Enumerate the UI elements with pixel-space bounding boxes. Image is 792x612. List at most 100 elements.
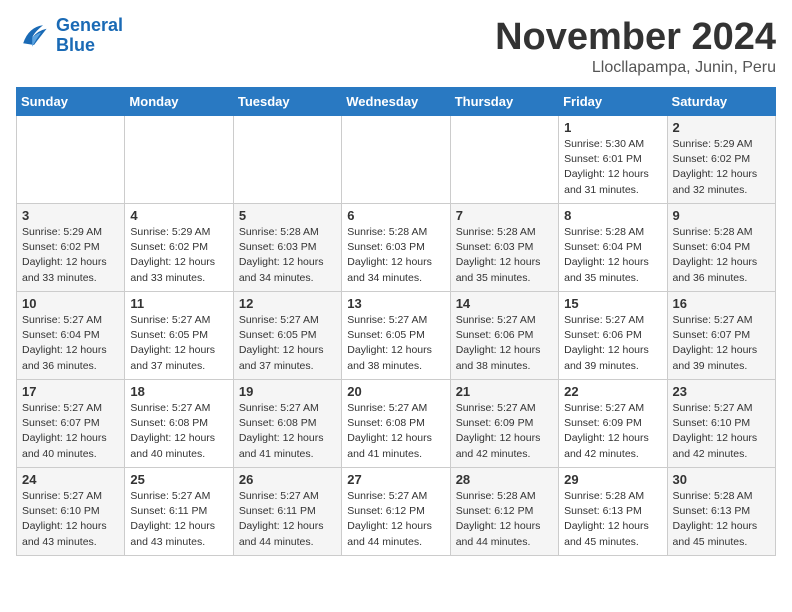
day-info: Sunrise: 5:28 AM Sunset: 6:04 PM Dayligh…: [673, 225, 770, 286]
logo-text: General Blue: [56, 16, 123, 56]
day-number: 15: [564, 296, 661, 311]
day-info: Sunrise: 5:27 AM Sunset: 6:05 PM Dayligh…: [130, 313, 227, 374]
day-info: Sunrise: 5:29 AM Sunset: 6:02 PM Dayligh…: [130, 225, 227, 286]
day-number: 23: [673, 384, 770, 399]
calendar-cell: 28Sunrise: 5:28 AM Sunset: 6:12 PM Dayli…: [450, 468, 558, 556]
calendar-cell: 1 Sunrise: 5:30 AM Sunset: 6:01 PM Daylig…: [559, 116, 667, 204]
day-info: Sunrise: 5:27 AM Sunset: 6:11 PM Dayligh…: [130, 489, 227, 550]
day-info: Sunrise: 5:27 AM Sunset: 6:09 PM Dayligh…: [564, 401, 661, 462]
day-number: 29: [564, 472, 661, 487]
calendar-cell: 4 Sunrise: 5:29 AM Sunset: 6:02 PM Daylig…: [125, 204, 233, 292]
day-number: 7: [456, 208, 553, 223]
day-number: 11: [130, 296, 227, 311]
day-number: 17: [22, 384, 119, 399]
day-info: Sunrise: 5:28 AM Sunset: 6:13 PM Dayligh…: [673, 489, 770, 550]
day-number: 24: [22, 472, 119, 487]
calendar-cell: 7 Sunrise: 5:28 AM Sunset: 6:03 PM Daylig…: [450, 204, 558, 292]
calendar-cell: [342, 116, 450, 204]
day-info: Sunrise: 5:27 AM Sunset: 6:06 PM Dayligh…: [456, 313, 553, 374]
calendar-cell: [450, 116, 558, 204]
title-section: November 2024 Llocllapampa, Junin, Peru: [495, 16, 776, 77]
day-number: 8: [564, 208, 661, 223]
day-number: 10: [22, 296, 119, 311]
day-info: Sunrise: 5:29 AM Sunset: 6:02 PM Dayligh…: [673, 137, 770, 198]
month-title: November 2024: [495, 16, 776, 59]
calendar-cell: 9 Sunrise: 5:28 AM Sunset: 6:04 PM Daylig…: [667, 204, 775, 292]
calendar-cell: 16 Sunrise: 5:27 AM Sunset: 6:07 PM Dayli…: [667, 292, 775, 380]
day-number: 1: [564, 120, 661, 135]
calendar-cell: [17, 116, 125, 204]
day-number: 4: [130, 208, 227, 223]
day-number: 21: [456, 384, 553, 399]
day-number: 9: [673, 208, 770, 223]
day-number: 5: [239, 208, 336, 223]
weekday-header-wednesday: Wednesday: [342, 88, 450, 116]
weekday-header-friday: Friday: [559, 88, 667, 116]
day-info: Sunrise: 5:27 AM Sunset: 6:08 PM Dayligh…: [130, 401, 227, 462]
calendar-cell: 17 Sunrise: 5:27 AM Sunset: 6:07 PM Dayli…: [17, 380, 125, 468]
day-info: Sunrise: 5:30 AM Sunset: 6:01 PM Dayligh…: [564, 137, 661, 198]
weekday-header-sunday: Sunday: [17, 88, 125, 116]
day-info: Sunrise: 5:27 AM Sunset: 6:12 PM Dayligh…: [347, 489, 444, 550]
calendar-cell: 19 Sunrise: 5:27 AM Sunset: 6:08 PM Dayli…: [233, 380, 341, 468]
calendar-cell: 11 Sunrise: 5:27 AM Sunset: 6:05 PM Dayli…: [125, 292, 233, 380]
calendar-table: SundayMondayTuesdayWednesdayThursdayFrid…: [16, 87, 776, 556]
calendar-cell: 20 Sunrise: 5:27 AM Sunset: 6:08 PM Dayli…: [342, 380, 450, 468]
page-header: General Blue November 2024 Llocllapampa,…: [16, 16, 776, 77]
calendar-cell: 29 Sunrise: 5:28 AM Sunset: 6:13 PM Dayli…: [559, 468, 667, 556]
calendar-cell: 14Sunrise: 5:27 AM Sunset: 6:06 PM Dayli…: [450, 292, 558, 380]
day-info: Sunrise: 5:28 AM Sunset: 6:03 PM Dayligh…: [239, 225, 336, 286]
day-number: 3: [22, 208, 119, 223]
day-info: Sunrise: 5:27 AM Sunset: 6:10 PM Dayligh…: [673, 401, 770, 462]
calendar-cell: 23 Sunrise: 5:27 AM Sunset: 6:10 PM Dayli…: [667, 380, 775, 468]
day-number: 16: [673, 296, 770, 311]
calendar-cell: [125, 116, 233, 204]
day-info: Sunrise: 5:27 AM Sunset: 6:08 PM Dayligh…: [239, 401, 336, 462]
day-info: Sunrise: 5:28 AM Sunset: 6:03 PM Dayligh…: [456, 225, 553, 286]
calendar-cell: 13 Sunrise: 5:27 AM Sunset: 6:05 PM Dayli…: [342, 292, 450, 380]
week-row-1: 1 Sunrise: 5:30 AM Sunset: 6:01 PM Daylig…: [17, 116, 776, 204]
logo: General Blue: [16, 16, 123, 56]
weekday-header-monday: Monday: [125, 88, 233, 116]
day-number: 6: [347, 208, 444, 223]
day-info: Sunrise: 5:27 AM Sunset: 6:07 PM Dayligh…: [673, 313, 770, 374]
day-info: Sunrise: 5:27 AM Sunset: 6:05 PM Dayligh…: [239, 313, 336, 374]
day-number: 13: [347, 296, 444, 311]
weekday-header-tuesday: Tuesday: [233, 88, 341, 116]
calendar-cell: 30 Sunrise: 5:28 AM Sunset: 6:13 PM Dayli…: [667, 468, 775, 556]
day-number: 22: [564, 384, 661, 399]
day-number: 26: [239, 472, 336, 487]
day-number: 2: [673, 120, 770, 135]
logo-line2: Blue: [56, 35, 95, 55]
day-number: 25: [130, 472, 227, 487]
day-info: Sunrise: 5:29 AM Sunset: 6:02 PM Dayligh…: [22, 225, 119, 286]
calendar-cell: 3 Sunrise: 5:29 AM Sunset: 6:02 PM Daylig…: [17, 204, 125, 292]
day-number: 12: [239, 296, 336, 311]
day-number: 20: [347, 384, 444, 399]
calendar-cell: 21 Sunrise: 5:27 AM Sunset: 6:09 PM Dayli…: [450, 380, 558, 468]
day-number: 19: [239, 384, 336, 399]
calendar-cell: 2 Sunrise: 5:29 AM Sunset: 6:02 PM Daylig…: [667, 116, 775, 204]
calendar-cell: 10 Sunrise: 5:27 AM Sunset: 6:04 PM Dayli…: [17, 292, 125, 380]
calendar-cell: [233, 116, 341, 204]
calendar-cell: 18 Sunrise: 5:27 AM Sunset: 6:08 PM Dayli…: [125, 380, 233, 468]
calendar-cell: 22 Sunrise: 5:27 AM Sunset: 6:09 PM Dayli…: [559, 380, 667, 468]
day-info: Sunrise: 5:28 AM Sunset: 6:03 PM Dayligh…: [347, 225, 444, 286]
day-info: Sunrise: 5:27 AM Sunset: 6:09 PM Dayligh…: [456, 401, 553, 462]
weekday-header-thursday: Thursday: [450, 88, 558, 116]
day-info: Sunrise: 5:27 AM Sunset: 6:06 PM Dayligh…: [564, 313, 661, 374]
calendar-cell: 5 Sunrise: 5:28 AM Sunset: 6:03 PM Daylig…: [233, 204, 341, 292]
calendar-cell: 26Sunrise: 5:27 AM Sunset: 6:11 PM Dayli…: [233, 468, 341, 556]
day-info: Sunrise: 5:28 AM Sunset: 6:13 PM Dayligh…: [564, 489, 661, 550]
day-number: 27: [347, 472, 444, 487]
week-row-3: 10 Sunrise: 5:27 AM Sunset: 6:04 PM Dayli…: [17, 292, 776, 380]
weekday-header-saturday: Saturday: [667, 88, 775, 116]
week-row-5: 24Sunrise: 5:27 AM Sunset: 6:10 PM Dayli…: [17, 468, 776, 556]
day-info: Sunrise: 5:27 AM Sunset: 6:05 PM Dayligh…: [347, 313, 444, 374]
day-info: Sunrise: 5:27 AM Sunset: 6:08 PM Dayligh…: [347, 401, 444, 462]
day-number: 18: [130, 384, 227, 399]
day-info: Sunrise: 5:27 AM Sunset: 6:04 PM Dayligh…: [22, 313, 119, 374]
calendar-cell: 15 Sunrise: 5:27 AM Sunset: 6:06 PM Dayli…: [559, 292, 667, 380]
day-number: 30: [673, 472, 770, 487]
day-info: Sunrise: 5:27 AM Sunset: 6:07 PM Dayligh…: [22, 401, 119, 462]
